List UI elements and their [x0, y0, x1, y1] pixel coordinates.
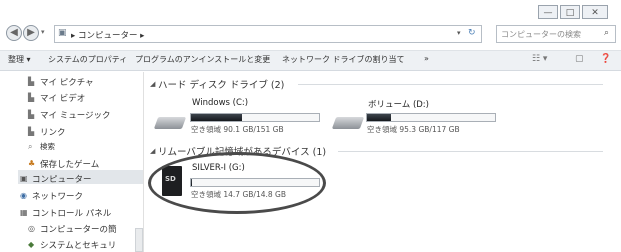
sidebar-item-pictures[interactable]: マイ ピクチャ	[40, 76, 94, 88]
drive-d-usage-fill	[367, 114, 392, 121]
computer-icon: ▣	[58, 28, 67, 38]
sidebar-item-control-panel[interactable]: コントロール パネル	[32, 207, 111, 219]
back-button[interactable]: ◀	[6, 25, 22, 41]
music-folder-icon: ▙	[28, 110, 35, 119]
sidebar-item-network[interactable]: ネットワーク	[32, 190, 83, 202]
hard-drive-icon	[153, 117, 187, 129]
minimize-button[interactable]: —	[538, 5, 558, 19]
forward-button[interactable]: ▶	[23, 25, 39, 41]
address-dropdown-icon[interactable]: ▾	[457, 29, 461, 37]
section-rule	[298, 84, 603, 85]
sidebar-item-searches[interactable]: 検索	[40, 141, 55, 152]
close-button[interactable]: ✕	[582, 5, 608, 19]
sidebar-scrollbar[interactable]	[135, 228, 143, 252]
address-bar[interactable]: ▣ ▸ コンピューター ▸ ▾ ↻	[54, 25, 482, 43]
sidebar-item-ease-of-access[interactable]: コンピューターの簡	[40, 223, 117, 235]
refresh-icon[interactable]: ↻	[468, 28, 476, 38]
system-security-icon: ◆	[28, 240, 35, 249]
search-input[interactable]: コンピューターの検索	[501, 29, 581, 40]
command-bar: 整理 ▾ システムのプロパティ プログラムのアンインストールと変更 ネットワーク…	[0, 50, 621, 71]
pictures-folder-icon: ▙	[28, 77, 35, 86]
links-folder-icon: ▙	[28, 127, 35, 136]
highlight-circle	[148, 152, 326, 214]
search-folder-icon: ⌕	[28, 142, 33, 151]
network-icon: ◉	[20, 191, 27, 200]
drive-c-name: Windows (C:)	[192, 98, 249, 108]
collapse-hdd-icon[interactable]: ◢	[150, 80, 155, 88]
map-network-drive-button[interactable]: ネットワーク ドライブの割り当て	[282, 54, 405, 65]
sidebar-item-videos[interactable]: マイ ビデオ	[40, 92, 85, 104]
sidebar-item-links[interactable]: リンク	[40, 126, 66, 138]
sidebar-item-system-security[interactable]: システムとセキュリ	[40, 239, 116, 251]
help-icon[interactable]: ❓	[600, 54, 611, 64]
uninstall-program-button[interactable]: プログラムのアンインストールと変更	[135, 54, 270, 65]
view-options-icon[interactable]: ☷ ▾	[532, 54, 547, 64]
hard-drive-icon	[331, 117, 365, 129]
sidebar-item-music[interactable]: マイ ミュージック	[40, 109, 111, 121]
drive-d-free-space: 空き領域 95.3 GB/117 GB	[367, 125, 460, 134]
pane-divider	[143, 72, 144, 252]
system-properties-button[interactable]: システムのプロパティ	[48, 54, 127, 65]
section-rule	[338, 151, 603, 152]
breadcrumb[interactable]: ▸ コンピューター ▸	[71, 29, 144, 41]
drive-d-usage-bar	[366, 113, 496, 122]
hdd-section-header[interactable]: ハード ディスク ドライブ (2)	[158, 77, 284, 91]
sidebar-item-computer[interactable]: コンピューター	[32, 173, 92, 185]
drive-c-usage-fill	[191, 114, 243, 121]
search-box[interactable]: コンピューターの検索 ⌕	[496, 25, 616, 43]
ease-of-access-icon: ◎	[28, 224, 35, 233]
maximize-button[interactable]: □	[560, 5, 580, 19]
organize-button[interactable]: 整理 ▾	[8, 54, 31, 65]
drive-d-name: ボリューム (D:)	[368, 100, 429, 110]
computer-icon: ▣	[20, 174, 28, 183]
more-commands-button[interactable]: »	[424, 54, 429, 63]
preview-pane-icon[interactable]: ▢	[575, 54, 584, 64]
drive-c-usage-bar	[190, 113, 320, 122]
drive-c-free-space: 空き領域 90.1 GB/151 GB	[191, 125, 284, 134]
control-panel-icon: ▦	[20, 208, 28, 217]
collapse-removable-icon[interactable]: ◢	[150, 147, 155, 155]
search-icon[interactable]: ⌕	[604, 28, 609, 38]
history-dropdown-icon[interactable]: ▾	[41, 28, 45, 36]
sidebar-item-saved-games[interactable]: 保存したゲーム	[40, 158, 99, 170]
saved-games-icon: ♣	[28, 159, 36, 168]
videos-folder-icon: ▙	[28, 93, 35, 102]
